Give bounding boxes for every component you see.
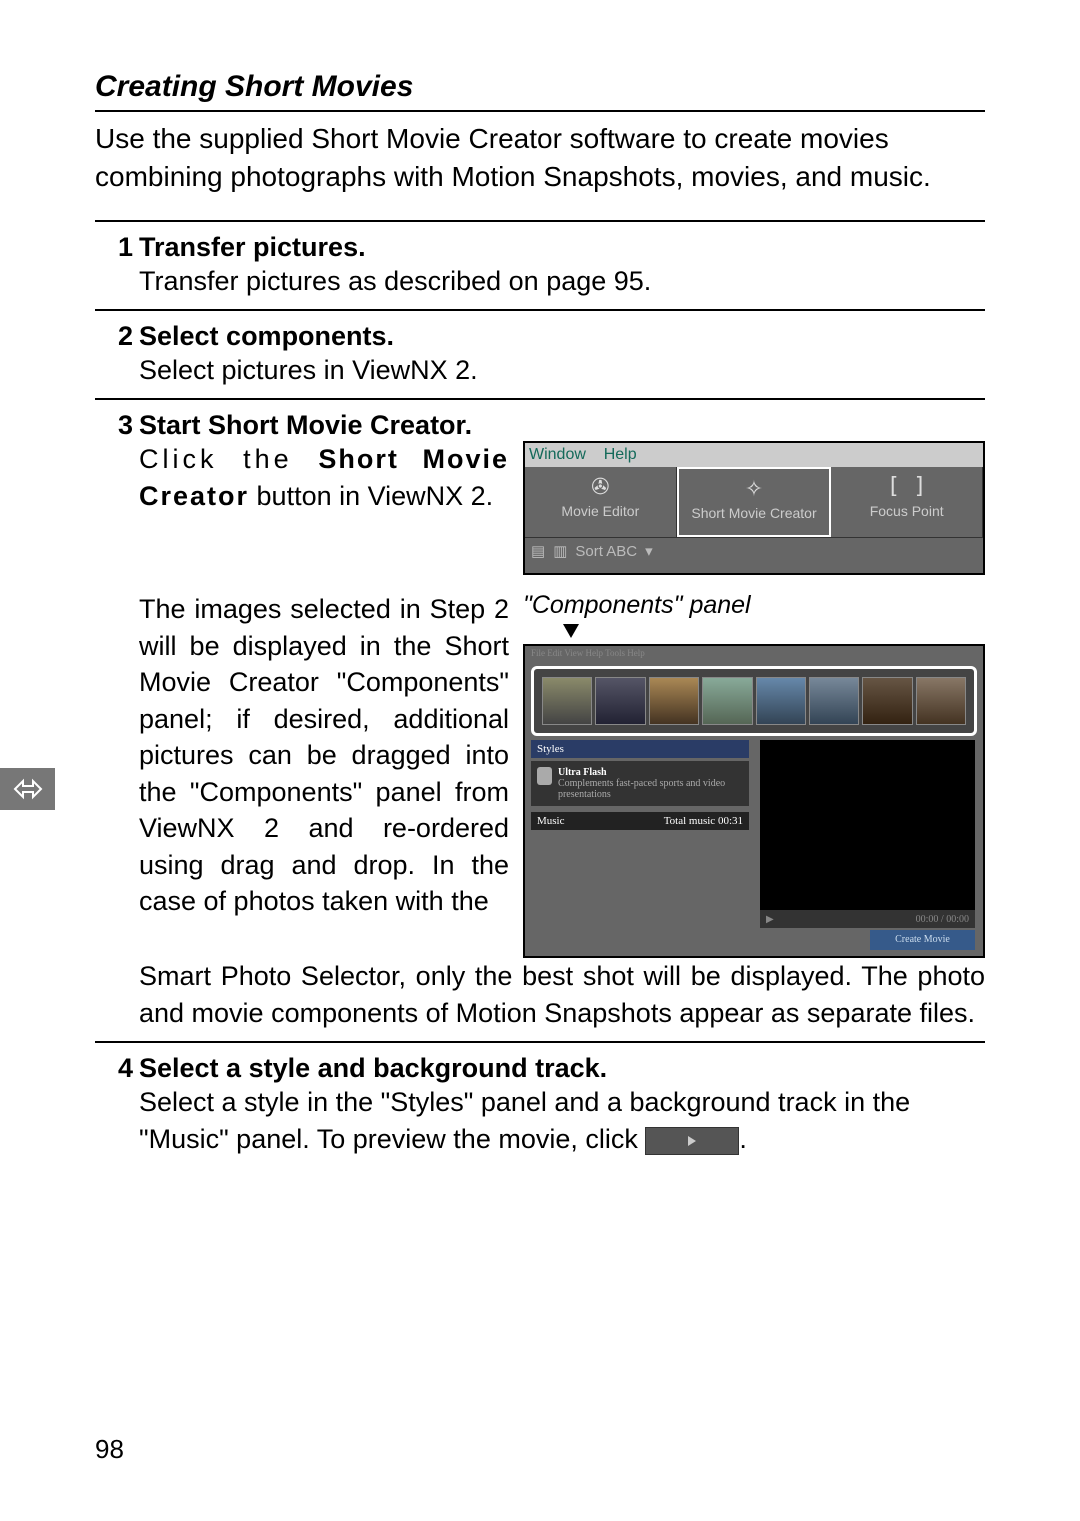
pointer-down-icon [563, 624, 579, 638]
style-name: Ultra Flash [558, 767, 743, 778]
sidebar-tab [0, 768, 55, 810]
intro-text: Use the supplied Short Movie Creator sof… [95, 120, 985, 196]
step-3-body-a-suffix: button in ViewNX 2. [249, 481, 493, 511]
step-4: 4 Select a style and background track. S… [95, 1041, 985, 1157]
step-4-body: Select a style in the "Styles" panel and… [95, 1084, 985, 1157]
step-4-number: 4 [95, 1053, 139, 1084]
step-3: 3 Start Short Movie Creator. Click the S… [95, 398, 985, 1031]
preview-area [760, 740, 975, 926]
components-thumbnail-row[interactable] [531, 666, 977, 736]
step-3-body-c: Smart Photo Selector, only the best shot… [95, 958, 985, 1031]
step-4-body-suffix: . [739, 1124, 747, 1154]
step-3-title: Start Short Movie Creator. [139, 410, 472, 441]
play-icon[interactable]: ▶ [766, 914, 774, 925]
page-number: 98 [95, 1434, 124, 1465]
music-info: Total music 00:31 [664, 815, 743, 827]
thumbnail[interactable] [809, 677, 859, 725]
step-4-body-prefix: Select a style in the "Styles" panel and… [139, 1087, 910, 1153]
toolbar-movie-editor-button[interactable]: ✇ Movie Editor [525, 467, 677, 537]
style-thumb-icon [537, 767, 552, 785]
step-1-title: Transfer pictures. [139, 232, 366, 263]
step-2: 2 Select components. Select pictures in … [95, 309, 985, 388]
step-3-body-a-prefix: Click the [139, 444, 318, 474]
thumbnail[interactable] [702, 677, 752, 725]
thumbnail[interactable] [595, 677, 645, 725]
style-description: Complements fast-paced sports and video … [558, 778, 743, 800]
step-1-body: Transfer pictures as described on page 9… [95, 263, 985, 299]
menu-window[interactable]: Window [529, 446, 586, 463]
step-4-title: Select a style and background track. [139, 1053, 607, 1084]
step-2-title: Select components. [139, 321, 394, 352]
thumbnail[interactable] [916, 677, 966, 725]
step-2-body: Select pictures in ViewNX 2. [95, 352, 985, 388]
create-movie-button[interactable]: Create Movie [870, 930, 975, 950]
step-1: 1 Transfer pictures. Transfer pictures a… [95, 220, 985, 299]
toolbar-focus-point-label: Focus Point [870, 503, 944, 519]
chevron-down-icon: ▾ [645, 542, 653, 560]
panel-menu-bar: File Edit View Help Tools Help [525, 646, 983, 660]
toolbar-movie-editor-label: Movie Editor [561, 503, 639, 519]
connect-icon [13, 776, 43, 802]
timecode: 00:00 / 00:00 [916, 914, 969, 925]
styles-panel-header[interactable]: Styles [531, 740, 749, 758]
wand-icon: ✧ [681, 473, 828, 505]
music-label: Music [537, 815, 565, 827]
step-3-number: 3 [95, 410, 139, 441]
section-title: Creating Short Movies [95, 70, 985, 112]
toolbar-focus-point-button[interactable]: [ ] Focus Point [831, 467, 983, 537]
step-3-body-a: Click the Short Movie Creator button in … [139, 441, 509, 575]
thumbnail[interactable] [862, 677, 912, 725]
style-item[interactable]: Ultra Flash Complements fast-paced sport… [531, 761, 749, 806]
toolbar-short-movie-creator-label: Short Movie Creator [691, 505, 816, 521]
view-grid-icon[interactable]: ▤ [531, 542, 545, 560]
play-bar[interactable]: ▶ 00:00 / 00:00 [760, 910, 975, 928]
film-reel-icon: ✇ [527, 471, 674, 503]
figure-components-panel: "Components" panel File Edit View Help T… [523, 591, 985, 958]
step-1-number: 1 [95, 232, 139, 263]
focus-icon: [ ] [833, 471, 980, 503]
thumbnail[interactable] [756, 677, 806, 725]
sort-dropdown[interactable]: Sort ABC [575, 543, 637, 560]
view-detail-icon[interactable]: ▥ [553, 542, 567, 560]
music-panel-header[interactable]: Music Total music 00:31 [531, 812, 749, 830]
preview-play-button[interactable] [645, 1127, 739, 1155]
step-2-number: 2 [95, 321, 139, 352]
figure-toolbar: Window Help ✇ Movie Editor ✧ Short Movie… [523, 441, 985, 575]
step-3-body-b: The images selected in Step 2 will be di… [139, 591, 509, 958]
thumbnail[interactable] [542, 677, 592, 725]
thumbnail[interactable] [649, 677, 699, 725]
panel-caption: "Components" panel [523, 591, 985, 620]
toolbar-short-movie-creator-button[interactable]: ✧ Short Movie Creator [677, 467, 832, 537]
menu-help[interactable]: Help [604, 446, 637, 463]
